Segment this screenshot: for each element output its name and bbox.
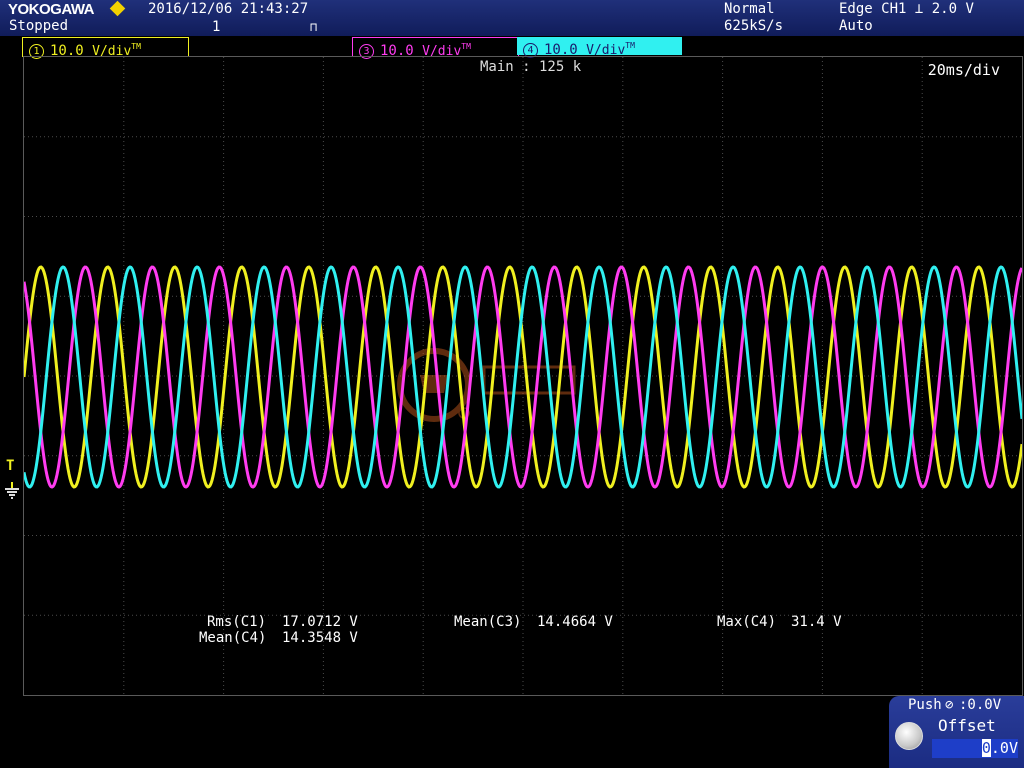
measurement-mean-c3-value: 14.4664 V [537, 614, 613, 630]
trigger-edge-icon: ⊓ [310, 20, 318, 34]
channel-3-scale[interactable]: 3 10.0 V/divTM [352, 37, 519, 59]
push-knob-icon: ⊘ [945, 697, 954, 713]
offset-title: Offset [938, 716, 996, 735]
channel-1-scale[interactable]: 1 10.0 V/divTM [22, 37, 189, 59]
acquisition-status: Stopped [9, 18, 69, 34]
measurement-max-c4-value: 31.4 V [791, 614, 842, 630]
trigger-slope-icon: ⊥ [914, 1, 924, 17]
push-value: :0.0V [959, 697, 1002, 713]
trigger-source: Edge CH1 ⊥ 2.0 V [839, 1, 974, 17]
measurement-max-c4-label: Max(C4) [717, 614, 777, 630]
time-per-division: 20ms/div [927, 61, 1000, 79]
acquisition-mode: Normal [724, 1, 775, 17]
measurement-mean-c4-value: 14.3548 V [282, 630, 358, 646]
waveform-canvas [24, 57, 1022, 695]
offset-panel[interactable]: Push ⊘ :0.0V Offset 0.0V [889, 696, 1024, 768]
sample-rate: 625kS/s [724, 18, 784, 34]
channel-4-scale[interactable]: 4 10.0 V/divTM [517, 37, 682, 58]
measurement-mean-c4-label: Mean(C4) [199, 630, 267, 646]
main-record-length: Main : 125 k [480, 59, 582, 75]
measurement-mean-c3-label: Mean(C3) [454, 614, 522, 630]
waveform-display[interactable] [23, 56, 1023, 696]
offset-knob-icon[interactable] [895, 722, 923, 750]
measurement-rms-c1-label: Rms(C1) [207, 614, 267, 630]
brand-logo: YOKOGAWA [8, 1, 95, 18]
trigger-level-marker-icon: T [6, 458, 15, 474]
ground-marker-icon [5, 482, 19, 499]
date-time: 2016/12/06 21:43:27 [148, 1, 309, 17]
acquisition-count: 1 [212, 19, 221, 35]
measurement-rms-c1-value: 17.0712 V [282, 614, 358, 630]
brand-diamond-icon [109, 0, 126, 17]
status-bar: YOKOGAWA Stopped 2016/12/06 21:43:27 1 ⊓… [0, 0, 1024, 36]
offset-value-field[interactable]: 0.0V [932, 739, 1018, 758]
push-label: Push [908, 697, 942, 713]
trigger-mode: Auto [839, 18, 873, 34]
